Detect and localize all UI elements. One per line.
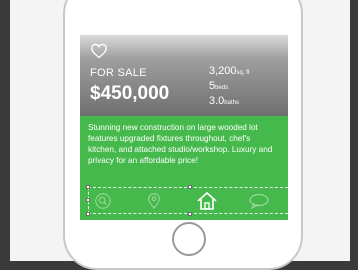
listing-description: Stunning new construction on large woode…: [88, 123, 273, 165]
icon-toolbar[interactable]: [86, 185, 288, 216]
beds-stat: 5beds: [209, 80, 279, 95]
listing-stats: 3,200sq. ft 5beds 3.0baths: [209, 65, 279, 110]
resize-handle-bottom[interactable]: [188, 212, 192, 216]
heart-icon[interactable]: [90, 43, 108, 59]
resize-handle-left[interactable]: [86, 198, 90, 202]
listing-price: $450,000: [90, 83, 170, 104]
sqft-value: 3,200: [209, 65, 237, 77]
phone-screen: FOR SALE $450,000 3,200sq. ft 5beds 3.0b…: [80, 35, 288, 220]
sqft-stat: 3,200sq. ft: [209, 65, 279, 80]
baths-stat: 3.0baths: [209, 95, 279, 110]
listing-details: Stunning new construction on large woode…: [80, 116, 288, 220]
phone-home-button[interactable]: [172, 222, 206, 256]
resize-handle-top-left[interactable]: [86, 185, 90, 189]
resize-handle-top[interactable]: [188, 185, 192, 189]
selection-box: [88, 187, 288, 214]
baths-value: 3.0: [209, 95, 225, 107]
beds-unit: beds: [215, 85, 229, 91]
baths-unit: baths: [224, 100, 239, 106]
listing-hero: FOR SALE $450,000 3,200sq. ft 5beds 3.0b…: [80, 35, 288, 116]
sqft-unit: sq. ft: [236, 70, 250, 76]
resize-handle-bottom-left[interactable]: [86, 212, 90, 216]
listing-status: FOR SALE: [90, 67, 147, 79]
